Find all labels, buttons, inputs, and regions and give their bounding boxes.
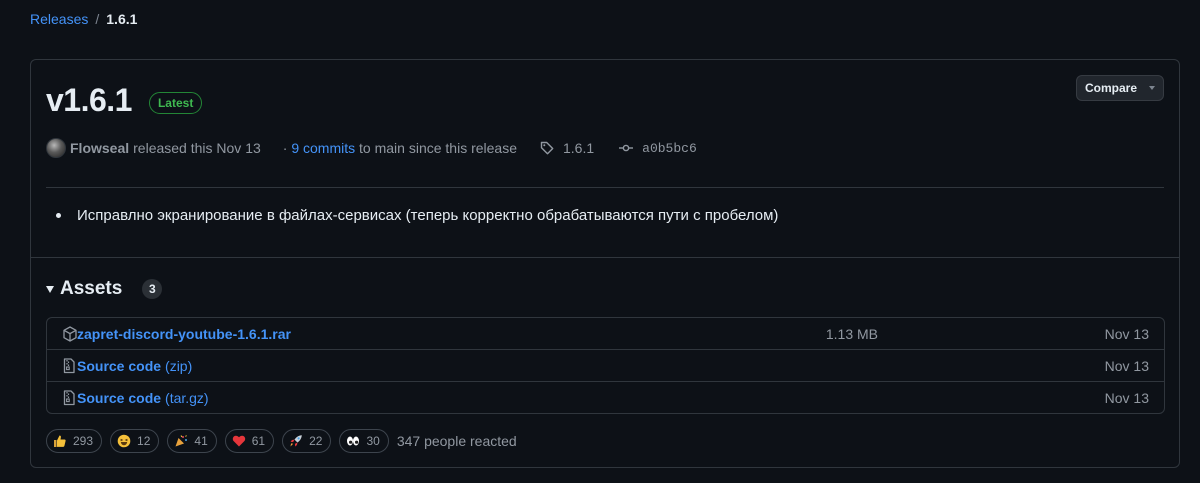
party-popper-icon bbox=[175, 435, 188, 447]
assets-toggle[interactable]: Assets 3 bbox=[46, 278, 163, 300]
eyes-icon bbox=[347, 436, 360, 446]
asset-list: zapret-discord-youtube-1.6.1.rar 1.13 MB… bbox=[46, 317, 1165, 414]
asset-row: Source code (tar.gz) Nov 13 bbox=[47, 381, 1164, 413]
tag-icon bbox=[540, 141, 554, 155]
rocket-icon bbox=[290, 435, 302, 447]
commit-info[interactable]: a0b5bc6 bbox=[618, 140, 697, 156]
assets-title: Assets bbox=[60, 278, 123, 299]
reaction-count: 41 bbox=[194, 434, 208, 448]
release-card: v1.6.1 Latest Compare Flowseal released … bbox=[30, 59, 1180, 468]
reactions-bar: 293 12 41 61 22 30 347 people reacted bbox=[46, 429, 517, 453]
triangle-down-icon bbox=[46, 285, 54, 293]
reaction-count: 22 bbox=[309, 434, 323, 448]
tag-label: 1.6.1 bbox=[563, 140, 595, 156]
reaction-rocket-button[interactable]: 22 bbox=[282, 429, 332, 453]
reaction-hooray-button[interactable]: 41 bbox=[167, 429, 217, 453]
assets-count-badge: 3 bbox=[142, 279, 163, 299]
tag-info[interactable]: 1.6.1 bbox=[539, 140, 594, 156]
commits-info: · 9 commits to main since this release bbox=[283, 140, 517, 156]
asset-name: Source code bbox=[77, 389, 162, 406]
latest-badge: Latest bbox=[148, 91, 203, 114]
commits-dot: · bbox=[282, 140, 288, 156]
release-note-item: Исправлно экранирование в файлах-сервиса… bbox=[77, 207, 779, 224]
asset-size: 1.13 MB bbox=[825, 325, 878, 342]
reaction-count: 12 bbox=[137, 434, 151, 448]
breadcrumb: Releases / 1.6.1 bbox=[30, 11, 137, 27]
asset-format: (tar.gz) bbox=[165, 389, 209, 406]
divider bbox=[46, 187, 1164, 188]
asset-row: zapret-discord-youtube-1.6.1.rar 1.13 MB… bbox=[47, 318, 1164, 349]
asset-date: Nov 13 bbox=[1104, 389, 1149, 406]
asset-row: Source code (zip) Nov 13 bbox=[47, 349, 1164, 381]
release-meta: Flowseal released this Nov 13 · 9 commit… bbox=[46, 138, 697, 158]
reactions-summary[interactable]: 347 people reacted bbox=[397, 433, 517, 449]
avatar[interactable] bbox=[46, 138, 66, 158]
package-icon bbox=[63, 326, 77, 342]
chevron-down-icon bbox=[1149, 86, 1155, 90]
breadcrumb-separator: / bbox=[95, 11, 100, 27]
asset-date: Nov 13 bbox=[1104, 325, 1149, 342]
release-title[interactable]: v1.6.1 bbox=[46, 82, 132, 119]
reaction-count: 30 bbox=[366, 434, 380, 448]
bullet bbox=[56, 213, 61, 218]
reaction-count: 61 bbox=[251, 434, 266, 448]
git-commit-icon bbox=[619, 144, 634, 152]
release-notes: Исправлно экранирование в файлах-сервиса… bbox=[56, 207, 778, 224]
file-zip-icon bbox=[63, 358, 75, 374]
release-title-row: v1.6.1 Latest bbox=[46, 82, 203, 119]
reaction-thumbs-up-button[interactable]: 293 bbox=[46, 429, 103, 453]
commits-link[interactable]: 9 commits bbox=[291, 140, 355, 156]
asset-format: (zip) bbox=[165, 357, 193, 374]
file-zip-icon bbox=[63, 390, 75, 406]
asset-link[interactable]: Source code (zip) bbox=[77, 358, 192, 374]
asset-link[interactable]: zapret-discord-youtube-1.6.1.rar bbox=[77, 326, 291, 342]
commit-hash: a0b5bc6 bbox=[642, 140, 697, 156]
breadcrumb-current: 1.6.1 bbox=[106, 11, 138, 27]
reaction-eyes-button[interactable]: 30 bbox=[339, 429, 389, 453]
thumbs-up-icon bbox=[54, 435, 66, 447]
reaction-laugh-button[interactable]: 12 bbox=[110, 429, 160, 453]
released-date-text: released this Nov 13 bbox=[133, 140, 261, 156]
breadcrumb-releases-link[interactable]: Releases bbox=[30, 11, 88, 27]
asset-name: zapret-discord-youtube-1.6.1.rar bbox=[77, 325, 291, 342]
compare-button[interactable]: Compare bbox=[1076, 75, 1164, 101]
divider bbox=[31, 257, 1179, 258]
heart-icon bbox=[232, 435, 245, 447]
asset-date: Nov 13 bbox=[1104, 357, 1149, 374]
compare-label: Compare bbox=[1084, 81, 1137, 95]
asset-link[interactable]: Source code (tar.gz) bbox=[77, 390, 209, 406]
commits-suffix: to main since this release bbox=[359, 140, 517, 156]
reaction-count: 293 bbox=[73, 434, 94, 448]
asset-name: Source code bbox=[77, 357, 162, 374]
laugh-icon bbox=[117, 434, 131, 448]
reaction-heart-button[interactable]: 61 bbox=[224, 429, 275, 453]
author-link[interactable]: Flowseal bbox=[70, 140, 129, 156]
